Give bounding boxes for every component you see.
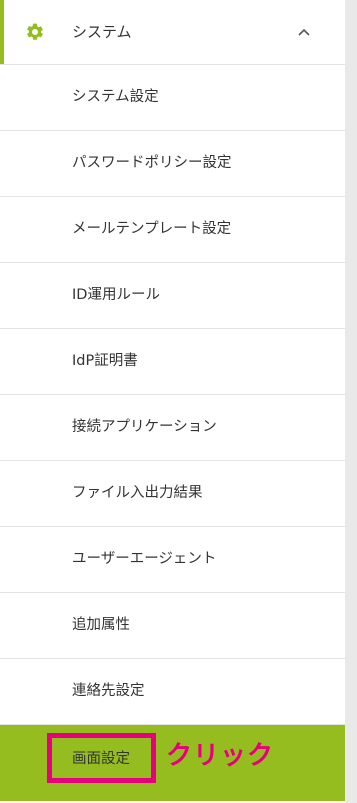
menu-item-label: ファイル入出力結果 xyxy=(72,485,203,501)
menu-item-connected-apps[interactable]: 接続アプリケーション xyxy=(0,395,345,461)
menu-item-user-agent[interactable]: ユーザーエージェント xyxy=(0,527,345,593)
gear-icon xyxy=(27,23,43,40)
section-header-system[interactable]: システム xyxy=(0,0,345,65)
menu-item-label: 追加属性 xyxy=(72,617,130,633)
menu-item-mail-template[interactable]: メールテンプレート設定 xyxy=(0,197,345,263)
click-annotation: クリック xyxy=(166,741,275,771)
menu-item-label: ID運用ルール xyxy=(72,287,160,303)
menu-item-system-settings[interactable]: システム設定 xyxy=(0,65,345,131)
click-highlight-box xyxy=(47,733,156,783)
menu-item-id-rules[interactable]: ID運用ルール xyxy=(0,263,345,329)
menu-item-contact-settings[interactable]: 連絡先設定 xyxy=(0,659,345,725)
menu-item-label: システム設定 xyxy=(72,89,159,105)
chevron-up-icon[interactable] xyxy=(296,24,312,40)
menu-item-password-policy[interactable]: パスワードポリシー設定 xyxy=(0,131,345,197)
menu-item-label: 接続アプリケーション xyxy=(72,419,217,435)
menu-item-label: ユーザーエージェント xyxy=(72,551,217,567)
menu-item-file-io-results[interactable]: ファイル入出力結果 xyxy=(0,461,345,527)
active-accent-bar xyxy=(0,0,4,64)
menu-item-label: メールテンプレート設定 xyxy=(72,221,232,237)
scrollbar-track[interactable] xyxy=(345,0,357,803)
section-title: システム xyxy=(72,23,132,41)
menu-item-label: IdP証明書 xyxy=(72,353,138,369)
menu-item-label: 連絡先設定 xyxy=(72,683,145,699)
menu-item-idp-certificate[interactable]: IdP証明書 xyxy=(0,329,345,395)
sidebar-menu: システム システム設定 パスワードポリシー設定 メールテンプレート設定 ID運用… xyxy=(0,0,345,803)
menu-item-additional-attributes[interactable]: 追加属性 xyxy=(0,593,345,659)
menu-item-label: パスワードポリシー設定 xyxy=(72,155,232,171)
